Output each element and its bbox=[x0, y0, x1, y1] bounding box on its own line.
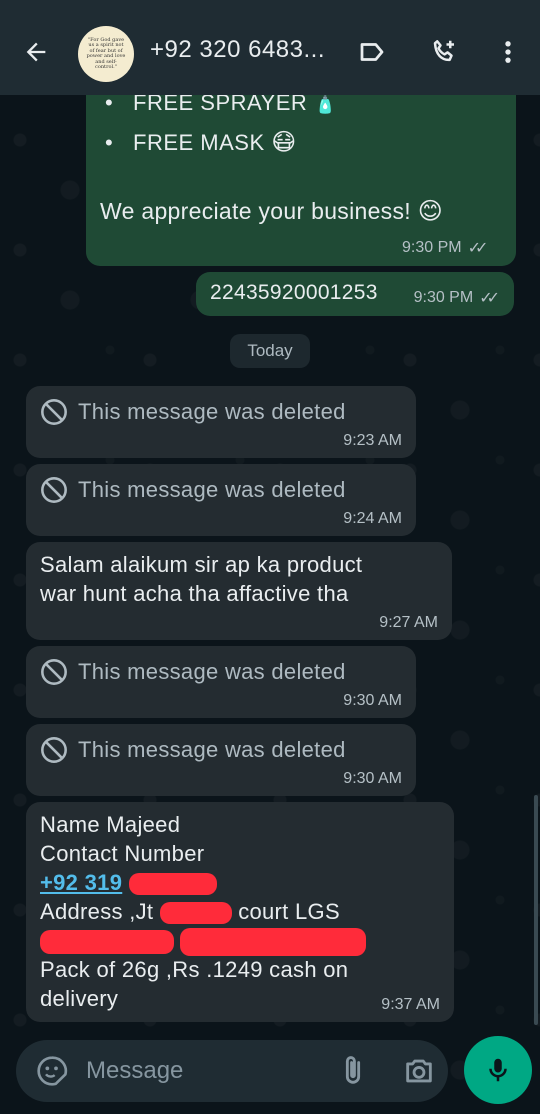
promo-closing: We appreciate your business! 😊 bbox=[100, 198, 444, 225]
sticker-smiley-icon bbox=[37, 1056, 68, 1086]
add-call-icon bbox=[433, 40, 454, 62]
tracking-number: 22435920001253 bbox=[210, 281, 378, 304]
label-button[interactable] bbox=[354, 34, 390, 70]
phone-link[interactable]: +92 319 bbox=[40, 870, 122, 895]
prohibited-icon bbox=[40, 658, 68, 686]
avatar[interactable]: "For God gave us a spirit not of fear bu… bbox=[78, 26, 134, 82]
scrollbar[interactable] bbox=[534, 795, 538, 1025]
message-line: +92 319 bbox=[40, 868, 366, 897]
back-button[interactable] bbox=[18, 34, 54, 70]
message-bubble-deleted[interactable]: This message was deleted 9:24 AM bbox=[26, 464, 416, 536]
double-check-icon: ✓✓ bbox=[467, 240, 489, 257]
deleted-message-text: This message was deleted bbox=[78, 477, 346, 502]
message-meta: 9:27 AM bbox=[379, 614, 438, 632]
message-meta: 9:24 AM bbox=[343, 510, 402, 528]
spray-bottle-icon: 🧴 bbox=[313, 94, 337, 114]
voice-message-button[interactable] bbox=[464, 1036, 532, 1104]
more-options-button[interactable] bbox=[490, 34, 526, 70]
promo-item-2: FREE MASK 😷 bbox=[133, 129, 297, 156]
mask-face-icon: 😷 bbox=[271, 129, 297, 156]
message-meta: 9:30 AM bbox=[343, 692, 402, 710]
camera-icon bbox=[406, 1059, 432, 1083]
redaction-mark bbox=[159, 902, 232, 925]
avatar-quote: "For God gave us a spirit not of fear bu… bbox=[86, 36, 126, 70]
message-line: war hunt acha tha affactive tha bbox=[40, 581, 349, 606]
message-time: 9:30 PM bbox=[413, 289, 474, 306]
redaction-mark bbox=[40, 930, 174, 955]
emoji-button[interactable] bbox=[36, 1055, 68, 1087]
date-divider: Today bbox=[230, 334, 310, 368]
message-text: Salam alaikum sir ap ka product war hunt… bbox=[40, 550, 362, 608]
bullet: • bbox=[105, 130, 113, 155]
deleted-row: This message was deleted bbox=[40, 476, 346, 504]
message-meta: 9:30 AM bbox=[343, 770, 402, 788]
message-input[interactable] bbox=[86, 1054, 326, 1088]
message-bubble-deleted[interactable]: This message was deleted 9:23 AM bbox=[26, 386, 416, 458]
add-call-button[interactable] bbox=[426, 34, 462, 70]
deleted-message-text: This message was deleted bbox=[78, 399, 346, 424]
message-composer bbox=[16, 1040, 448, 1102]
message-time: 9:30 PM bbox=[402, 239, 462, 256]
prohibited-icon bbox=[40, 476, 68, 504]
message-time: 9:27 AM bbox=[379, 614, 438, 631]
deleted-message-text: This message was deleted bbox=[78, 659, 346, 684]
deleted-row: This message was deleted bbox=[40, 398, 346, 426]
more-vert-icon bbox=[505, 41, 511, 63]
double-check-icon: ✓✓ bbox=[479, 290, 500, 307]
message-time: 9:30 AM bbox=[343, 692, 402, 709]
message-bubble-salam[interactable]: Salam alaikum sir ap ka product war hunt… bbox=[26, 542, 452, 640]
message-meta: 9:37 AM bbox=[381, 996, 440, 1014]
redaction-mark bbox=[128, 873, 217, 896]
deleted-row: This message was deleted bbox=[40, 736, 346, 764]
message-time: 9:37 AM bbox=[381, 996, 440, 1013]
message-time: 9:24 AM bbox=[343, 510, 402, 527]
message-bubble-order[interactable]: Name Majeed Contact Number +92 319 Addre… bbox=[26, 802, 454, 1022]
redaction-mark bbox=[180, 928, 367, 957]
contact-name[interactable]: +92 320 6483... bbox=[150, 36, 325, 64]
label-icon bbox=[360, 43, 384, 61]
message-line: Address ,Jt court LGS bbox=[40, 899, 340, 925]
message-line: Salam alaikum sir ap ka product bbox=[40, 552, 363, 577]
attach-button[interactable] bbox=[336, 1054, 370, 1088]
paperclip-icon bbox=[345, 1056, 361, 1084]
arrow-left-icon bbox=[26, 42, 46, 62]
message-meta: 9:23 AM bbox=[343, 432, 402, 450]
message-line: Pack of 26g ,Rs .1249 cash on bbox=[40, 957, 349, 982]
message-bubble-deleted[interactable]: This message was deleted 9:30 AM bbox=[26, 646, 416, 718]
message-bubble-deleted[interactable]: This message was deleted 9:30 AM bbox=[26, 724, 416, 796]
message-meta: 9:30 PM ✓✓ bbox=[414, 288, 500, 308]
message-time: 9:30 AM bbox=[343, 770, 402, 787]
message-time: 9:23 AM bbox=[343, 432, 402, 449]
prohibited-icon bbox=[40, 398, 68, 426]
deleted-row: This message was deleted bbox=[40, 658, 346, 686]
message-line: Contact Number bbox=[40, 841, 205, 866]
message-text: Name Majeed Contact Number +92 319 Addre… bbox=[40, 810, 367, 1013]
message-meta: 9:30 PM ✓✓ bbox=[402, 238, 488, 258]
deleted-message-text: This message was deleted bbox=[78, 737, 346, 762]
message-line: Name Majeed bbox=[40, 812, 181, 837]
camera-button[interactable] bbox=[402, 1054, 438, 1088]
message-bubble-tracking[interactable]: 22435920001253 9:30 PM ✓✓ bbox=[196, 272, 514, 316]
microphone-icon bbox=[489, 1058, 507, 1082]
smiling-face-icon: 😊 bbox=[417, 198, 444, 225]
chat-header: "For God gave us a spirit not of fear bu… bbox=[0, 0, 540, 95]
message-line: delivery bbox=[40, 986, 119, 1011]
message-line bbox=[40, 926, 367, 957]
prohibited-icon bbox=[40, 736, 68, 764]
